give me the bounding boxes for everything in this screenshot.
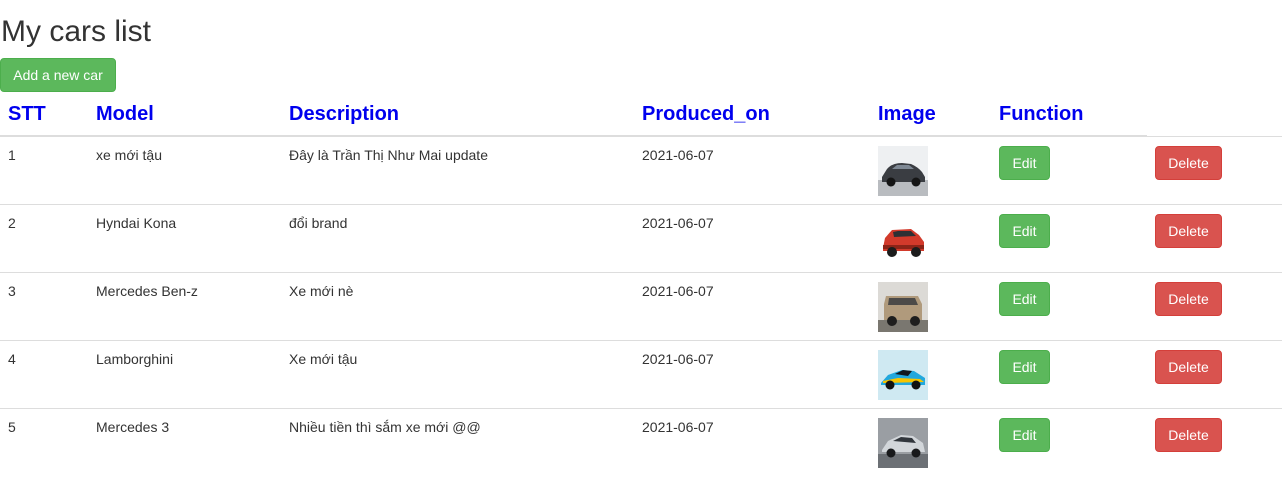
- car-image: [878, 350, 928, 400]
- cell-produced-on: 2021-06-07: [634, 272, 870, 341]
- cell-model: Lamborghini: [88, 340, 281, 409]
- column-header-produced-on: Produced_on: [634, 94, 870, 137]
- cell-model: Mercedes 3: [88, 408, 281, 476]
- cell-image: [870, 408, 991, 476]
- table-row: 5 Mercedes 3 Nhiều tiền thì sắm xe mới @…: [0, 408, 1282, 476]
- car-image: [878, 214, 928, 264]
- cell-model: xe mới tậu: [96, 147, 162, 163]
- column-header-model: Model: [88, 94, 281, 137]
- delete-button[interactable]: Delete: [1155, 350, 1222, 384]
- cell-description: Xe mới tậu: [281, 340, 634, 409]
- table-row: 2 Hyndai Kona đổi brand 2021-06-07 Edit: [0, 204, 1282, 273]
- cell-edit: Edit: [991, 272, 1147, 341]
- cell-image: [870, 340, 991, 409]
- column-header-blank: [1147, 94, 1282, 137]
- delete-button[interactable]: Delete: [1155, 418, 1222, 452]
- edit-button[interactable]: Edit: [999, 146, 1050, 180]
- cell-stt: 4: [0, 340, 88, 409]
- cell-stt: 2: [0, 204, 88, 273]
- cell-image: [870, 272, 991, 341]
- edit-button[interactable]: Edit: [999, 214, 1050, 248]
- cell-edit: Edit: [991, 136, 1147, 205]
- cell-delete: Delete: [1147, 340, 1282, 409]
- cell-image: [870, 204, 991, 273]
- page: My cars list Add a new car STT Model Des…: [0, 0, 1282, 495]
- car-image: [878, 418, 928, 468]
- car-image: [878, 282, 928, 332]
- cell-description: đổi brand: [281, 204, 634, 273]
- cell-model: Mercedes Ben-z: [88, 272, 281, 341]
- cars-table: STT Model Description Produced_on Image …: [0, 94, 1282, 476]
- cell-delete: Delete: [1147, 408, 1282, 476]
- car-image: [878, 146, 928, 196]
- cell-delete: Delete: [1147, 136, 1282, 205]
- cell-edit: Edit: [991, 204, 1147, 273]
- cell-stt: 1: [8, 147, 16, 163]
- cell-description: Đây là Trần Thị Như Mai update: [289, 147, 488, 163]
- cell-delete: Delete: [1147, 204, 1282, 273]
- cell-produced-on: 2021-06-07: [634, 340, 870, 409]
- edit-button[interactable]: Edit: [999, 418, 1050, 452]
- table-header-row: STT Model Description Produced_on Image …: [0, 94, 1282, 137]
- table-row: 3 Mercedes Ben-z Xe mới nè 2021-06-07 Ed…: [0, 272, 1282, 341]
- cell-description: Nhiều tiền thì sắm xe mới @@: [281, 408, 634, 476]
- cell-edit: Edit: [991, 340, 1147, 409]
- column-header-function: Function: [991, 94, 1147, 137]
- cell-produced-on: 2021-06-07: [642, 147, 714, 163]
- cell-produced-on: 2021-06-07: [634, 204, 870, 273]
- cell-model: Hyndai Kona: [88, 204, 281, 273]
- table-row: 4 Lamborghini Xe mới tậu 2021-06-07 Edit…: [0, 340, 1282, 409]
- add-new-car-button[interactable]: Add a new car: [0, 58, 116, 92]
- delete-button[interactable]: Delete: [1155, 214, 1222, 248]
- table-row: 1 xe mới tậu Đây là Trần Thị Như Mai upd…: [0, 136, 1282, 205]
- cell-description: Xe mới nè: [281, 272, 634, 341]
- cell-produced-on: 2021-06-07: [634, 408, 870, 476]
- column-header-image: Image: [870, 94, 991, 137]
- delete-button[interactable]: Delete: [1155, 282, 1222, 316]
- cell-delete: Delete: [1147, 272, 1282, 341]
- edit-button[interactable]: Edit: [999, 350, 1050, 384]
- column-header-description: Description: [281, 94, 634, 137]
- cell-stt: 3: [0, 272, 88, 341]
- column-header-stt: STT: [0, 94, 88, 137]
- edit-button[interactable]: Edit: [999, 282, 1050, 316]
- cell-stt: 5: [0, 408, 88, 476]
- cell-edit: Edit: [991, 408, 1147, 476]
- delete-button[interactable]: Delete: [1155, 145, 1222, 180]
- page-title: My cars list: [1, 15, 151, 48]
- cell-image: [870, 136, 991, 205]
